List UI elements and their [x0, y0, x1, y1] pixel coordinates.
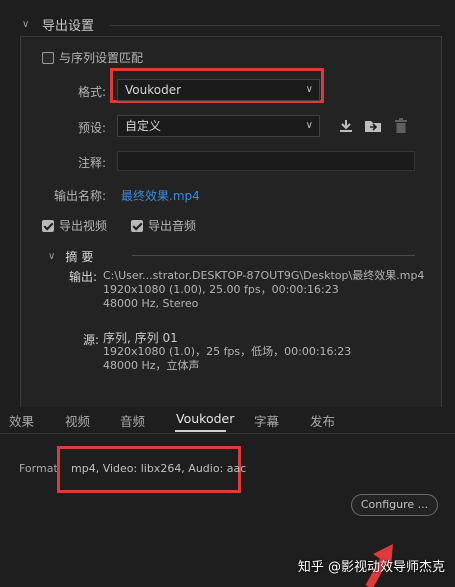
- preset-dropdown[interactable]: 自定义 ∨: [117, 115, 320, 137]
- output-name-link[interactable]: 最终效果.mp4: [121, 187, 200, 204]
- match-sequence-row[interactable]: 与序列设置匹配: [42, 49, 143, 66]
- comments-input[interactable]: [117, 151, 415, 171]
- chevron-down-icon: ∨: [305, 84, 313, 95]
- tab-publish[interactable]: 发布: [310, 411, 335, 430]
- chevron-down-icon: ∨: [22, 18, 30, 30]
- summary-output-audio: 48000 Hz, Stereo: [103, 297, 199, 310]
- divider: [132, 255, 415, 256]
- active-tab-indicator: [175, 430, 226, 432]
- summary-source-audio: 48000 Hz，立体声: [103, 359, 200, 372]
- export-video-label: 导出视频: [59, 219, 108, 233]
- match-sequence-label: 与序列设置匹配: [59, 51, 144, 65]
- voukoder-format-label: Format: [19, 462, 58, 475]
- format-dropdown[interactable]: Voukoder ∨: [117, 79, 320, 101]
- import-preset-icon[interactable]: [363, 116, 383, 136]
- comments-label: 注释:: [77, 156, 106, 170]
- export-audio-label: 导出音频: [148, 219, 197, 233]
- preset-value: 自定义: [125, 119, 162, 133]
- output-name-label: 输出名称:: [53, 189, 106, 203]
- tab-bar: 效果 视频 音频 Voukoder 字幕 发布: [0, 407, 455, 434]
- delete-preset-icon[interactable]: [391, 116, 411, 136]
- format-value: Voukoder: [125, 83, 182, 97]
- summary-header[interactable]: ∨ 摘要: [48, 248, 97, 265]
- summary-source-key: 源:: [83, 333, 100, 347]
- configure-button[interactable]: Configure ...: [351, 494, 438, 516]
- tab-effects[interactable]: 效果: [9, 411, 34, 430]
- watermark: 知乎 @影视动效导师杰克: [297, 560, 445, 575]
- format-label: 格式:: [77, 85, 106, 99]
- chevron-down-icon: ∨: [48, 251, 56, 262]
- summary-output-block: C:\User...strator.DESKTOP-87OUT9G\Deskto…: [103, 269, 443, 311]
- summary-output-key: 输出:: [69, 270, 98, 284]
- tab-video[interactable]: 视频: [65, 411, 90, 430]
- summary-source-block: 序列, 序列 01 1920x1080 (1.0)，25 fps，低场，00:0…: [103, 331, 443, 373]
- summary-source-video: 1920x1080 (1.0)，25 fps，低场，00:00:16:23: [103, 345, 352, 358]
- summary-output-video: 1920x1080 (1.00), 25.00 fps，00:00:16:23: [103, 283, 339, 296]
- voukoder-format-value: mp4, Video: libx264, Audio: aac: [71, 462, 247, 475]
- export-settings-header[interactable]: ∨ 导出设置: [22, 14, 94, 34]
- summary-output-path: C:\User...strator.DESKTOP-87OUT9G\Deskto…: [103, 269, 425, 282]
- chevron-down-icon: ∨: [305, 120, 313, 131]
- match-sequence-checkbox[interactable]: [42, 51, 54, 64]
- export-video-row[interactable]: 导出视频: [42, 217, 107, 234]
- section-title: 导出设置: [42, 18, 95, 34]
- export-audio-row[interactable]: 导出音频: [131, 217, 196, 234]
- export-audio-checkbox[interactable]: [131, 219, 143, 232]
- export-video-checkbox[interactable]: [42, 219, 54, 232]
- divider: [110, 25, 440, 26]
- summary-source-name: 序列, 序列 01: [103, 331, 178, 345]
- tab-audio[interactable]: 音频: [120, 411, 145, 430]
- preset-label: 预设:: [77, 121, 106, 135]
- tab-captions[interactable]: 字幕: [254, 411, 279, 430]
- summary-title: 摘要: [65, 250, 98, 264]
- save-preset-icon[interactable]: [336, 116, 356, 136]
- tab-voukoder[interactable]: Voukoder: [176, 411, 234, 426]
